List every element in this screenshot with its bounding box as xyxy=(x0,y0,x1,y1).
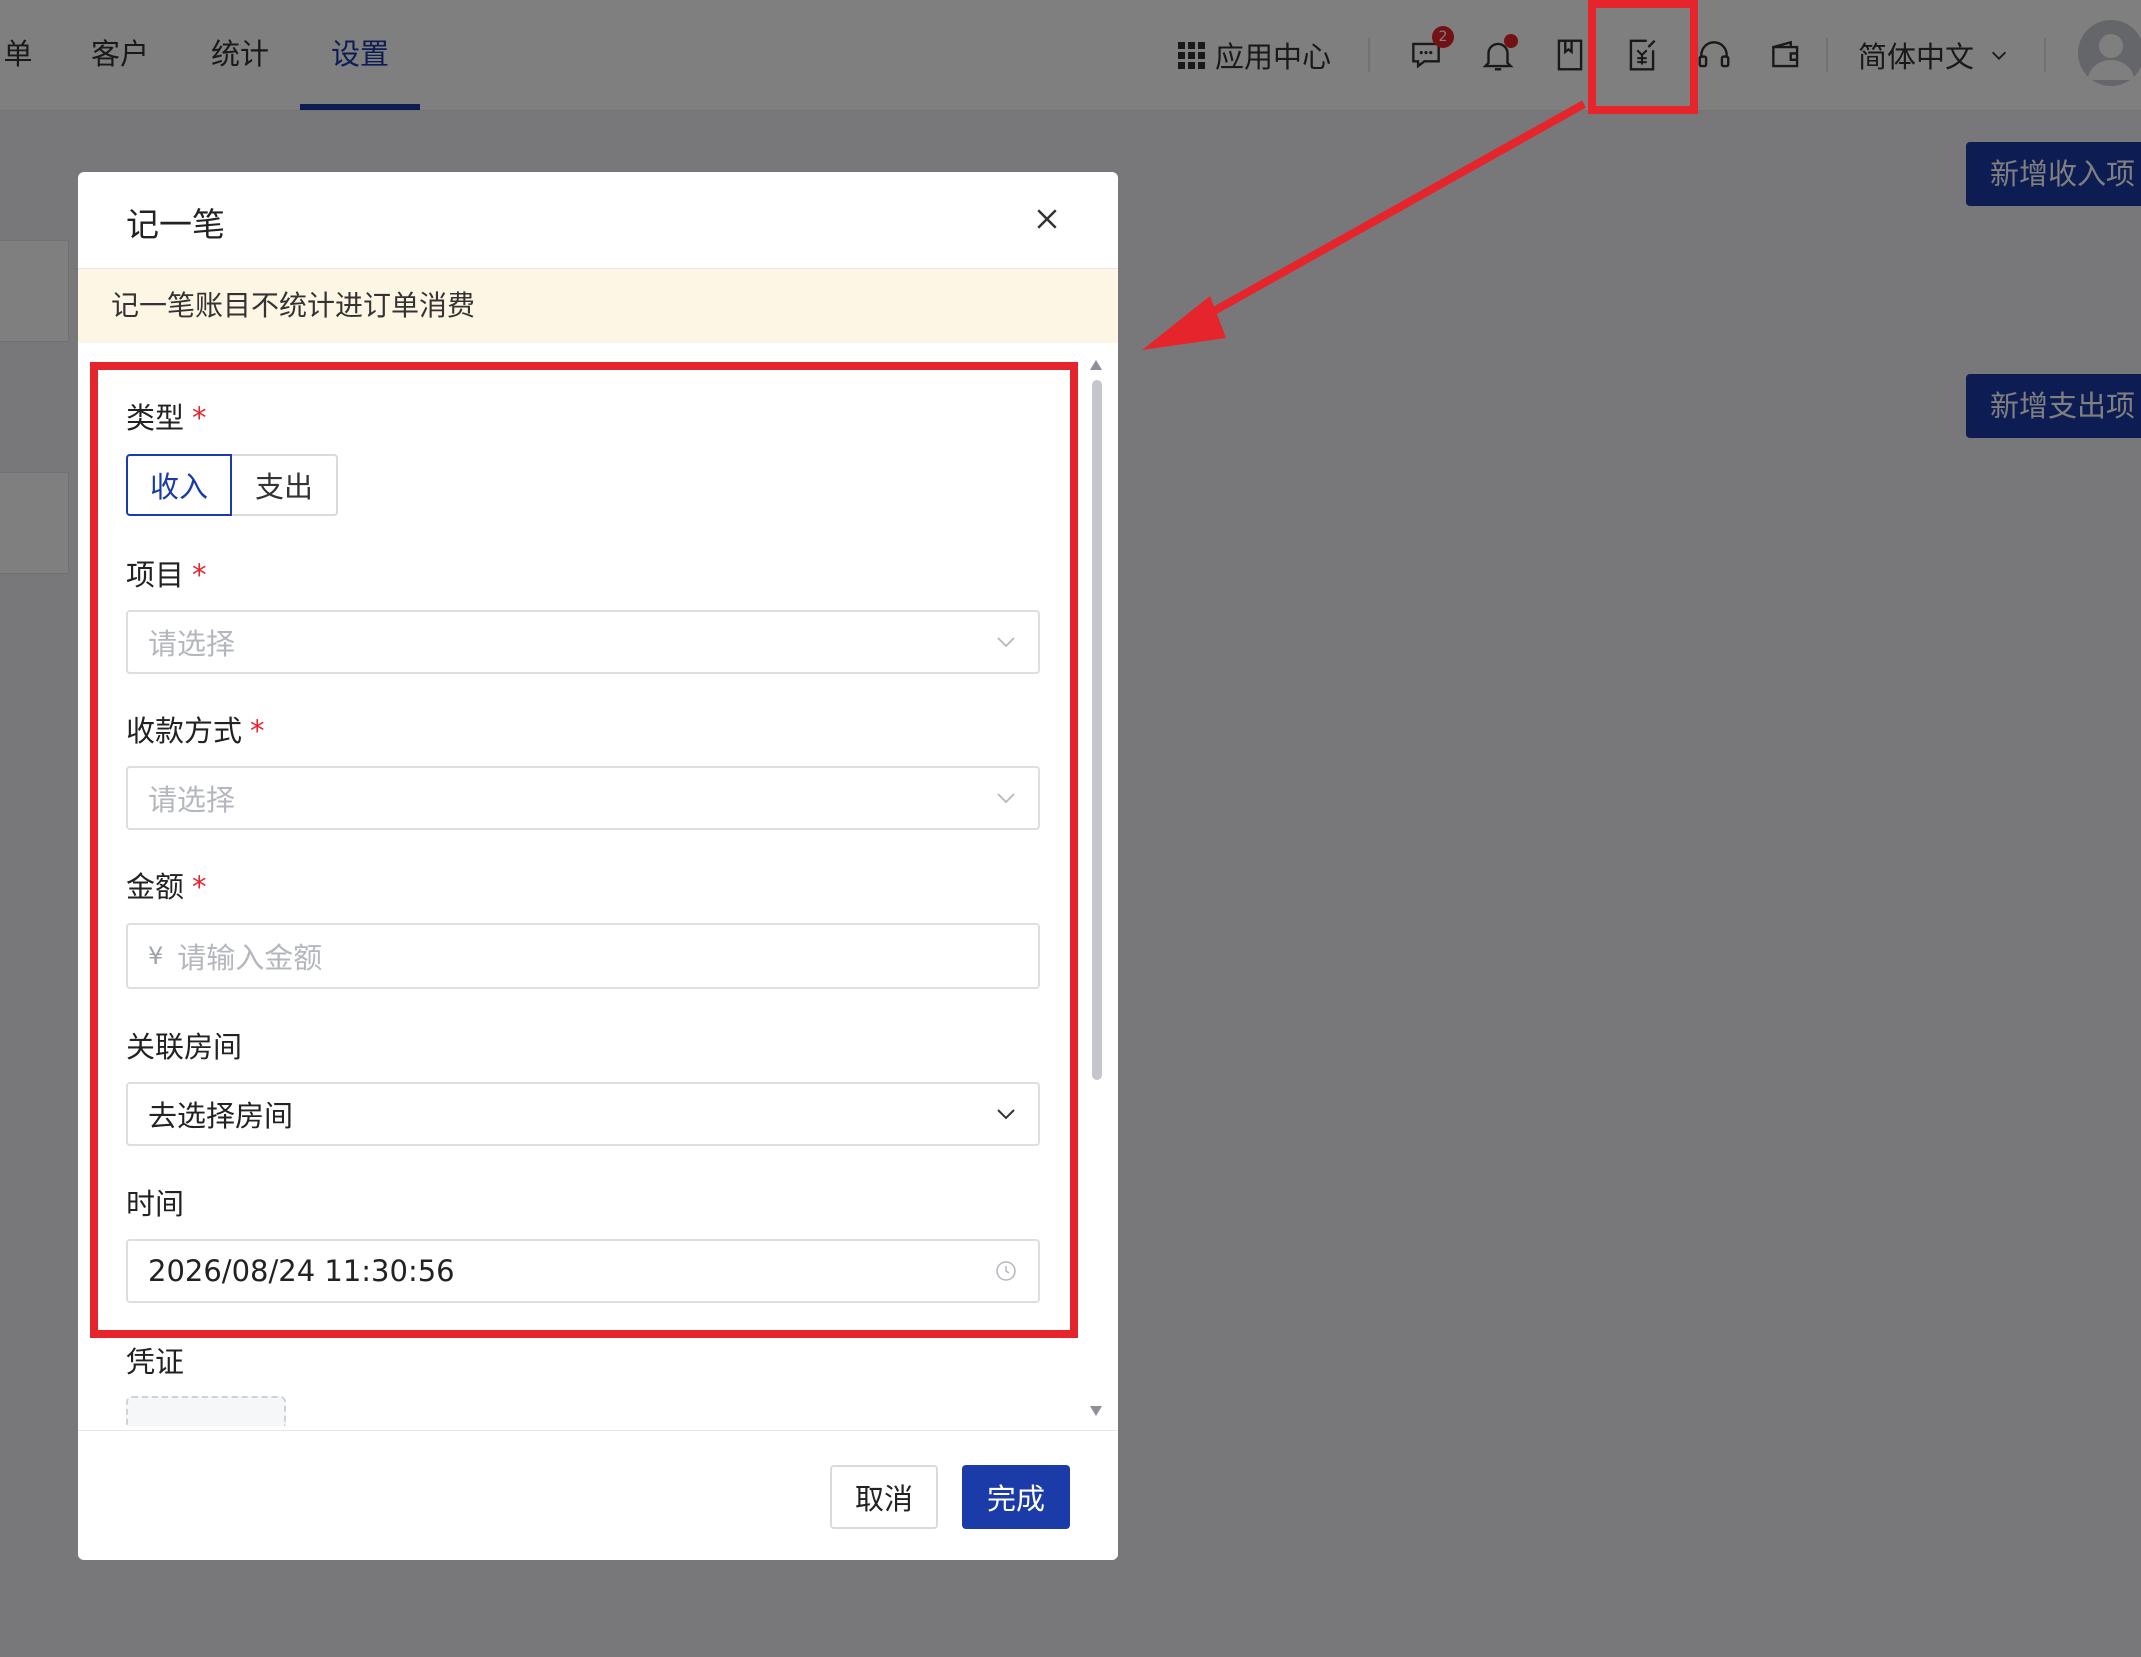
item-label: 项目 * xyxy=(126,558,207,592)
clock-icon xyxy=(996,1261,1016,1281)
type-label: 类型 * xyxy=(126,401,207,435)
chevron-down-icon xyxy=(997,1109,1015,1120)
scroll-down-arrow[interactable] xyxy=(1088,1404,1104,1418)
close-button[interactable] xyxy=(1032,204,1062,234)
required-mark: * xyxy=(192,401,207,435)
confirm-button[interactable]: 完成 xyxy=(962,1465,1070,1529)
room-select-value: 去选择房间 xyxy=(148,1099,294,1133)
amount-input[interactable]: ¥ 请输入金额 xyxy=(126,923,1040,989)
required-mark: * xyxy=(192,558,207,592)
payment-method-select[interactable]: 请选择 xyxy=(126,766,1040,830)
amount-placeholder: 请输入金额 xyxy=(177,941,323,975)
scrollbar-thumb[interactable] xyxy=(1092,380,1102,1080)
chevron-down-icon xyxy=(997,793,1015,804)
payment-method-placeholder: 请选择 xyxy=(148,783,236,817)
chevron-down-icon xyxy=(997,637,1015,648)
dialog-footer: 取消 完成 xyxy=(78,1430,1118,1557)
voucher-upload-area[interactable] xyxy=(126,1396,286,1426)
required-mark: * xyxy=(192,870,207,904)
notice-banner: 记一笔账目不统计进订单消费 xyxy=(78,269,1118,343)
dialog-header: 记一笔 xyxy=(78,172,1118,269)
scroll-up-arrow[interactable] xyxy=(1088,358,1104,372)
payment-method-label: 收款方式 * xyxy=(126,714,265,748)
cancel-button[interactable]: 取消 xyxy=(830,1465,938,1529)
room-label: 关联房间 xyxy=(126,1030,243,1064)
record-entry-dialog: 记一笔 记一笔账目不统计进订单消费 类型 * 收入 支出 项目 * 请选择 收款方式… xyxy=(78,172,1118,1560)
amount-label: 金额 * xyxy=(126,870,207,904)
time-picker[interactable]: 2026/08/24 11:30:56 xyxy=(126,1239,1040,1303)
item-select[interactable]: 请选择 xyxy=(126,610,1040,674)
type-expense-option[interactable]: 支出 xyxy=(232,454,338,516)
form-scrollbar[interactable] xyxy=(1088,358,1104,1418)
time-value: 2026/08/24 11:30:56 xyxy=(148,1254,455,1288)
time-label: 时间 xyxy=(126,1187,185,1221)
item-select-placeholder: 请选择 xyxy=(148,627,236,661)
type-income-option[interactable]: 收入 xyxy=(126,454,232,516)
voucher-label: 凭证 xyxy=(126,1345,185,1379)
dialog-title: 记一笔 xyxy=(126,205,225,244)
room-select[interactable]: 去选择房间 xyxy=(126,1082,1040,1146)
required-mark: * xyxy=(250,714,265,748)
currency-symbol: ¥ xyxy=(148,942,164,970)
close-icon xyxy=(1037,209,1057,229)
type-segmented-control: 收入 支出 xyxy=(126,454,338,516)
